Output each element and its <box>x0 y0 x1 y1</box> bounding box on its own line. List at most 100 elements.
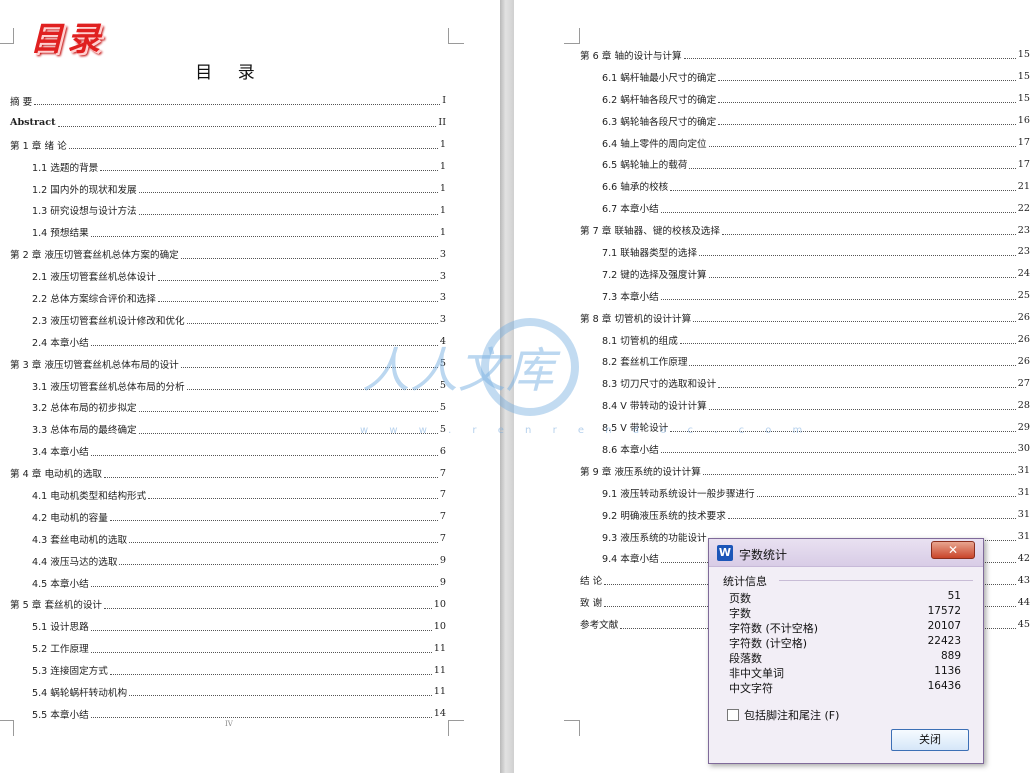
toc-entry[interactable]: 4.4 液压马达的选取 9 <box>10 550 446 572</box>
toc-entry[interactable]: 第 7 章 联轴器、键的校核及选择 23 <box>580 219 1030 241</box>
toc-entry[interactable]: 第 4 章 电动机的选取 7 <box>10 462 446 484</box>
toc-entry[interactable]: 2.1 液压切管套丝机总体设计 3 <box>10 265 446 287</box>
toc-leader-dots <box>718 80 1016 82</box>
toc-entry-title: 1.3 研究设想与设计方法 <box>32 206 137 218</box>
toc-leader-dots <box>138 410 438 412</box>
stat-value: 16436 <box>927 680 961 692</box>
toc-entry[interactable]: 2.3 液压切管套丝机设计修改和优化 3 <box>10 309 446 331</box>
toc-entry[interactable]: 6.4 轴上零件的周向定位 17 <box>580 132 1030 154</box>
toc-entry[interactable]: 2.4 本章小结 4 <box>10 331 446 353</box>
toc-entry[interactable]: 9.2 明确液压系统的技术要求 31 <box>580 504 1030 526</box>
toc-entry[interactable]: 3.4 本章小结 6 <box>10 440 446 462</box>
toc-leader-dots <box>689 167 1016 169</box>
toc-entry-title: 9.4 本章小结 <box>602 554 659 566</box>
toc-entry[interactable]: 第 2 章 液压切管套丝机总体方案的确定 3 <box>10 243 446 265</box>
include-footnotes-label[interactable]: 包括脚注和尾注 (F) <box>744 707 839 723</box>
toc-entry-page: 23 <box>1017 224 1030 236</box>
dialog-title: 字数统计 <box>739 548 788 562</box>
toc-entry-page: 31 <box>1017 531 1030 543</box>
toc-entry[interactable]: 5.3 连接固定方式 11 <box>10 659 446 681</box>
toc-entry[interactable]: 第 1 章 绪 论 1 <box>10 134 446 156</box>
include-footnotes-option[interactable]: 包括脚注和尾注 (F) <box>727 707 839 723</box>
toc-entry-title: 4.3 套丝电动机的选取 <box>32 534 128 546</box>
toc-leader-dots <box>109 673 432 675</box>
toc-leader-dots <box>708 277 1016 279</box>
toc-entry[interactable]: 7.1 联轴器类型的选择 23 <box>580 241 1030 263</box>
toc-leader-dots <box>119 564 438 566</box>
toc-entry-title: 第 2 章 液压切管套丝机总体方案的确定 <box>10 250 179 262</box>
toc-entry-page: 29 <box>1017 421 1030 433</box>
toc-leader-dots <box>699 255 1016 257</box>
toc-entry[interactable]: 8.1 切管机的组成 26 <box>580 329 1030 351</box>
toc-entry[interactable]: 5.4 蜗轮蜗杆转动机构 11 <box>10 681 446 703</box>
toc-entry[interactable]: 8.2 套丝机工作原理 26 <box>580 350 1030 372</box>
toc-entry[interactable]: 6.3 蜗轮轴各段尺寸的确定 16 <box>580 110 1030 132</box>
toc-entry[interactable]: 1.2 国内外的现状和发展 1 <box>10 178 446 200</box>
toc-entry-page: 4 <box>439 336 446 348</box>
toc-entry[interactable]: 摘 要I <box>10 90 446 112</box>
toc-entry-page: 43 <box>1017 574 1030 586</box>
toc-entry[interactable]: 6.6 轴承的校核 21 <box>580 175 1030 197</box>
toc-entry[interactable]: 9.1 液压转动系统设计一般步骤进行 31 <box>580 482 1030 504</box>
toc-entry-title: 9.3 液压系统的功能设计 <box>602 532 707 544</box>
toc-entry-title: 7.3 本章小结 <box>602 291 659 303</box>
toc-entry-title: 5.2 工作原理 <box>32 644 89 656</box>
toc-entry[interactable]: 3.2 总体布局的初步拟定 5 <box>10 396 446 418</box>
toc-entry[interactable]: 4.5 本章小结 9 <box>10 572 446 594</box>
toc-entry[interactable]: 6.5 蜗轮轴上的载荷 17 <box>580 153 1030 175</box>
toc-leader-dots <box>186 323 438 325</box>
close-icon[interactable]: ✕ <box>931 541 975 559</box>
stat-label: 非中文单词 <box>729 667 784 680</box>
toc-entry[interactable]: 4.1 电动机类型和结构形式 7 <box>10 484 446 506</box>
toc-leader-dots <box>34 104 441 106</box>
toc-entry[interactable]: Abstract II <box>10 112 446 134</box>
toc-entry[interactable]: 6.1 蜗杆轴最小尺寸的确定 15 <box>580 66 1030 88</box>
close-button[interactable]: 关闭 <box>891 729 969 751</box>
toc-entry[interactable]: 6.7 本章小结 22 <box>580 197 1030 219</box>
stat-label: 页数 <box>729 592 751 605</box>
toc-entry[interactable]: 7.2 键的选择及强度计算 24 <box>580 263 1030 285</box>
page-corner-mark <box>0 28 14 44</box>
toc-leader-dots <box>186 389 438 391</box>
toc-entry-page: 31 <box>1017 487 1030 499</box>
toc-entry[interactable]: 第 8 章 切管机的设计计算 26 <box>580 307 1030 329</box>
toc-entry[interactable]: 6.2 蜗杆轴各段尺寸的确定 15 <box>580 88 1030 110</box>
toc-entry[interactable]: 第 5 章 套丝机的设计 10 <box>10 593 446 615</box>
toc-entry-title: 1.1 选题的背景 <box>32 162 99 174</box>
toc-entry[interactable]: 5.1 设计思路 10 <box>10 615 446 637</box>
toc-entry[interactable]: 1.1 选题的背景 1 <box>10 156 446 178</box>
toc-entry[interactable]: 5.2 工作原理 11 <box>10 637 446 659</box>
toc-entry[interactable]: 第 9 章 液压系统的设计计算 31 <box>580 460 1030 482</box>
toc-entry[interactable]: 4.3 套丝电动机的选取 7 <box>10 528 446 550</box>
toc-entry-page: 16 <box>1017 115 1030 127</box>
toc-entry[interactable]: 1.4 预想结果 1 <box>10 221 446 243</box>
stat-value: 17572 <box>927 605 961 617</box>
stat-row: 字符数 (不计空格) 20107 <box>729 620 961 635</box>
app-w-icon: W <box>717 545 733 561</box>
toc-leader-dots <box>180 257 438 259</box>
toc-entry-page: 11 <box>433 664 446 676</box>
toc-entry[interactable]: 8.4 V 带转动的设计计算 28 <box>580 394 1030 416</box>
toc-entry[interactable]: 8.6 本章小结 30 <box>580 438 1030 460</box>
toc-leader-dots <box>104 476 438 478</box>
toc-entry[interactable]: 3.1 液压切管套丝机总体布局的分析 5 <box>10 375 446 397</box>
toc-leader-dots <box>90 629 432 631</box>
stat-label: 段落数 <box>729 652 762 665</box>
toc-entry[interactable]: 8.3 切刀尺寸的选取和设计 27 <box>580 372 1030 394</box>
toc-entry[interactable]: 第 6 章 轴的设计与计算 15 <box>580 44 1030 66</box>
page-corner-mark <box>564 28 580 44</box>
toc-entry-page: 24 <box>1017 268 1030 280</box>
toc-entry[interactable]: 第 3 章 液压切管套丝机总体布局的设计 5 <box>10 353 446 375</box>
toc-entry-page: 7 <box>439 511 446 523</box>
dialog-titlebar[interactable]: W 字数统计 ✕ <box>709 539 983 567</box>
toc-entry-page: 3 <box>439 270 446 282</box>
toc-entry[interactable]: 1.3 研究设想与设计方法 1 <box>10 199 446 221</box>
toc-entry[interactable]: 2.2 总体方案综合评价和选择 3 <box>10 287 446 309</box>
toc-entry-title: 4.4 液压马达的选取 <box>32 556 118 568</box>
toc-leader-dots <box>727 518 1016 520</box>
toc-entry[interactable]: 7.3 本章小结 25 <box>580 285 1030 307</box>
include-footnotes-checkbox[interactable] <box>727 709 739 721</box>
stat-label: 中文字符 <box>729 682 773 695</box>
toc-entry-page: 7 <box>439 489 446 501</box>
toc-entry[interactable]: 4.2 电动机的容量 7 <box>10 506 446 528</box>
